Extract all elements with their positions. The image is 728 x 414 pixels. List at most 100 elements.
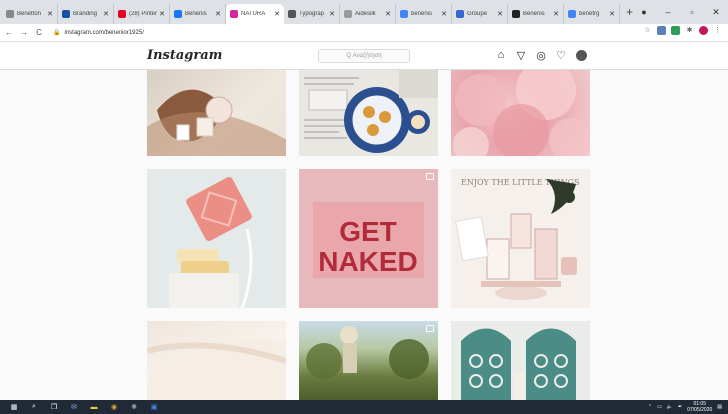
post-text-naked: NAKED <box>318 246 418 277</box>
close-tab-icon[interactable]: ✕ <box>103 10 109 18</box>
post-image <box>306 326 429 379</box>
profile-icon[interactable]: ● <box>632 7 656 17</box>
file-explorer-icon[interactable]: ▬ <box>88 403 100 412</box>
close-tab-icon[interactable]: ✕ <box>274 10 280 18</box>
forward-button[interactable]: → <box>18 28 30 37</box>
post-image <box>299 70 438 156</box>
lock-icon: 🔒 <box>53 30 61 36</box>
extensions-area: ☆ ✱ ⋮ <box>643 26 722 35</box>
browser-tab[interactable]: Benetton ✕ <box>2 4 58 24</box>
close-tab-icon[interactable]: ✕ <box>441 10 447 18</box>
post-text-get: GET <box>339 216 397 247</box>
battery-icon[interactable]: ▭ <box>657 404 662 410</box>
tab-favicon-icon <box>118 10 126 18</box>
browser-tab[interactable]: Groupe ✕ <box>452 4 508 24</box>
browser-tab[interactable]: benenis ✕ <box>396 4 452 24</box>
task-view-icon[interactable]: ❐ <box>48 403 60 412</box>
multi-photo-icon <box>426 325 434 332</box>
search-input[interactable]: Q Αναζήτηση <box>318 49 410 63</box>
mail-icon[interactable]: ✉ <box>68 403 80 412</box>
close-tab-icon[interactable]: ✕ <box>159 10 165 18</box>
post-tile[interactable]: GET NAKED <box>299 169 438 308</box>
close-tab-icon[interactable]: ✕ <box>47 10 53 18</box>
post-image <box>147 169 286 308</box>
post-tile[interactable] <box>451 70 590 156</box>
close-window-button[interactable]: ✕ <box>704 7 728 18</box>
tab-label: benenis <box>411 11 433 17</box>
tab-favicon-icon <box>62 10 70 18</box>
volume-icon[interactable]: 🔈 <box>667 404 673 410</box>
post-image <box>147 89 286 156</box>
post-image <box>147 339 286 400</box>
tab-favicon-icon <box>174 10 182 18</box>
instagram-header: Instagram Q Αναζήτηση ⌂ ▽ ◎ ♡ <box>0 42 728 70</box>
close-tab-icon[interactable]: ✕ <box>497 10 503 18</box>
browser-tab[interactable]: NATURA ✕ <box>226 4 284 24</box>
tab-label: Groupe <box>467 11 488 17</box>
taskbar: ▦ ⌕ ❐ ✉ ▬ ◉ ✺ ▣ ⌃ ▭ 🔈 ✒ 01:05 07/05/2020… <box>0 400 728 414</box>
avatar[interactable] <box>574 48 588 62</box>
url-text: instagram.com/benenior1925/ <box>64 29 144 36</box>
post-image <box>453 70 590 156</box>
heart-icon[interactable]: ♡ <box>554 48 568 62</box>
post-image <box>451 321 590 400</box>
tab-label: NATURA <box>241 11 266 17</box>
instagram-logo[interactable]: Instagram <box>147 48 222 63</box>
chrome-icon[interactable]: ◉ <box>108 403 120 412</box>
menu-icon[interactable]: ⋮ <box>713 26 722 35</box>
browser-tab[interactable]: (28) Pinter ✕ <box>114 4 170 24</box>
clock[interactable]: 01:05 07/05/2020 <box>687 401 712 413</box>
tab-label: Benenis <box>185 11 207 17</box>
browser-tab[interactable]: Branding ✕ <box>58 4 114 24</box>
tab-label: Benetton <box>17 11 42 17</box>
post-image: GET NAKED <box>299 169 438 308</box>
system-tray: ⌃ ▭ 🔈 ✒ 01:05 07/05/2020 ▤ <box>648 400 722 414</box>
browser-tab[interactable]: Aidesilk ✕ <box>340 4 396 24</box>
post-tile[interactable] <box>299 70 438 156</box>
browser-tab[interactable]: Typograp ✕ <box>284 4 340 24</box>
start-icon[interactable]: ▦ <box>8 403 20 412</box>
browser-tab-strip: Benetton ✕ Branding ✕ (28) Pinter ✕ Benenis ✕ NA… <box>0 0 728 24</box>
maximize-button[interactable]: ▫ <box>680 7 704 17</box>
explore-icon[interactable]: ◎ <box>534 48 548 62</box>
home-icon[interactable]: ⌂ <box>494 48 508 62</box>
post-tile[interactable] <box>147 169 286 308</box>
post-tile[interactable] <box>299 321 438 400</box>
search-icon[interactable]: ⌕ <box>28 403 40 412</box>
close-tab-icon[interactable]: ✕ <box>553 10 559 18</box>
browser-tab[interactable]: Benenis ✕ <box>170 4 226 24</box>
avatar[interactable] <box>699 26 708 35</box>
close-tab-icon[interactable]: ✕ <box>385 10 391 18</box>
post-tile[interactable] <box>147 321 286 400</box>
app-icon[interactable]: ✺ <box>128 403 140 412</box>
tab-label: Aidesilk <box>355 11 376 17</box>
post-tile[interactable]: ENJOY THE LITTLE THINGS <box>451 169 590 308</box>
close-tab-icon[interactable]: ✕ <box>215 10 221 18</box>
tab-favicon-icon <box>344 10 352 18</box>
post-tile[interactable] <box>147 70 286 156</box>
chevron-up-icon[interactable]: ⌃ <box>648 404 652 410</box>
minimize-button[interactable]: – <box>656 7 680 17</box>
word-icon[interactable]: ▣ <box>148 403 160 412</box>
extension-icon[interactable] <box>671 26 680 35</box>
tab-label: Branding <box>73 11 98 17</box>
tab-favicon-icon <box>512 10 520 18</box>
reload-button[interactable]: C <box>33 28 45 37</box>
star-icon[interactable]: ☆ <box>643 26 652 35</box>
close-tab-icon[interactable]: ✕ <box>609 10 615 18</box>
direct-icon[interactable]: ▽ <box>514 48 528 62</box>
tab-favicon-icon <box>230 10 238 18</box>
post-tile[interactable] <box>451 321 590 400</box>
browser-tab[interactable]: benetrg ✕ <box>564 4 620 24</box>
notifications-icon[interactable]: ▤ <box>717 404 722 410</box>
tab-label: benetrg <box>579 11 600 17</box>
back-button[interactable]: ← <box>3 28 15 37</box>
puzzle-icon[interactable]: ✱ <box>685 26 694 35</box>
pen-icon[interactable]: ✒ <box>678 404 682 410</box>
clock-date: 07/05/2020 <box>687 407 713 413</box>
extension-icon[interactable] <box>657 26 666 35</box>
close-tab-icon[interactable]: ✕ <box>329 10 335 18</box>
tab-label: Typograp <box>299 11 325 17</box>
browser-tab[interactable]: Benenis ✕ <box>508 4 564 24</box>
url-field[interactable]: 🔒 instagram.com/benenior1925/ <box>53 26 144 40</box>
